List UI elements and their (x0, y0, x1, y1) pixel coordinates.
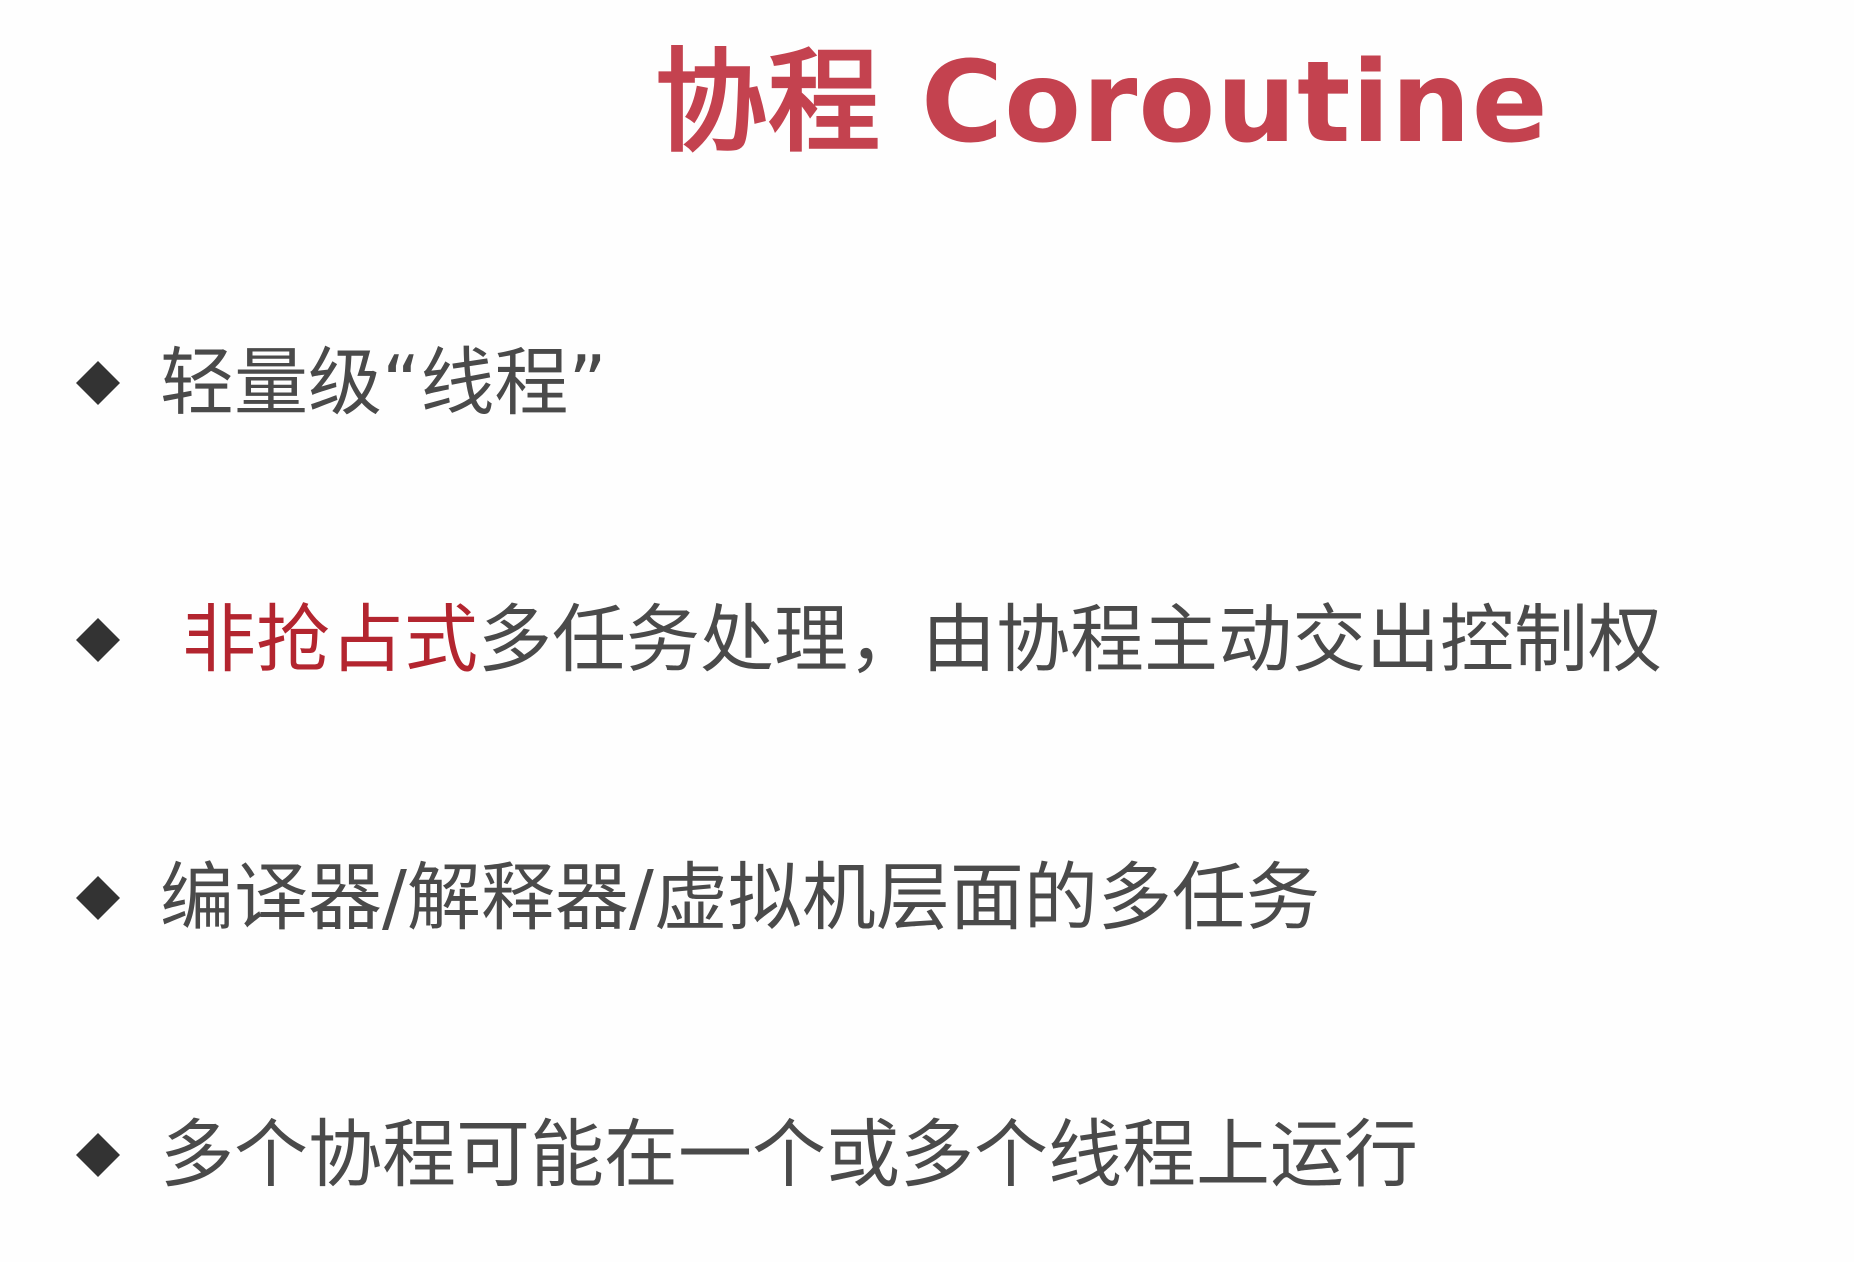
diamond-bullet-icon (76, 1133, 120, 1177)
bullet-text: 多个协程可能在一个或多个线程上运行 (160, 1112, 1418, 1198)
bullet-text: 轻量级“线程” (160, 340, 607, 426)
diamond-bullet-icon (76, 361, 120, 405)
bullet-item: 多个协程可能在一个或多个线程上运行 (66, 1105, 1418, 1205)
diamond-bullet-icon (76, 876, 120, 920)
bullet-text: 非抢占式多任务处理，由协程主动交出控制权 (160, 590, 1662, 690)
diamond-bullet-icon (76, 618, 120, 662)
bullet-item: 非抢占式多任务处理，由协程主动交出控制权 (66, 590, 1662, 690)
bullet-text: 编译器/解释器/虚拟机层面的多任务 (160, 855, 1320, 941)
bullet-item: 编译器/解释器/虚拟机层面的多任务 (66, 848, 1320, 948)
bullet-item: 轻量级“线程” (66, 333, 607, 433)
slide-title: 协程 Coroutine (655, 38, 1549, 168)
highlight-text: 非抢占式 (182, 597, 478, 683)
slide: 协程 Coroutine 轻量级“线程” 非抢占式多任务处理，由协程主动交出控制… (0, 0, 1854, 1262)
bullet-text-rest: 多任务处理，由协程主动交出控制权 (478, 597, 1662, 683)
